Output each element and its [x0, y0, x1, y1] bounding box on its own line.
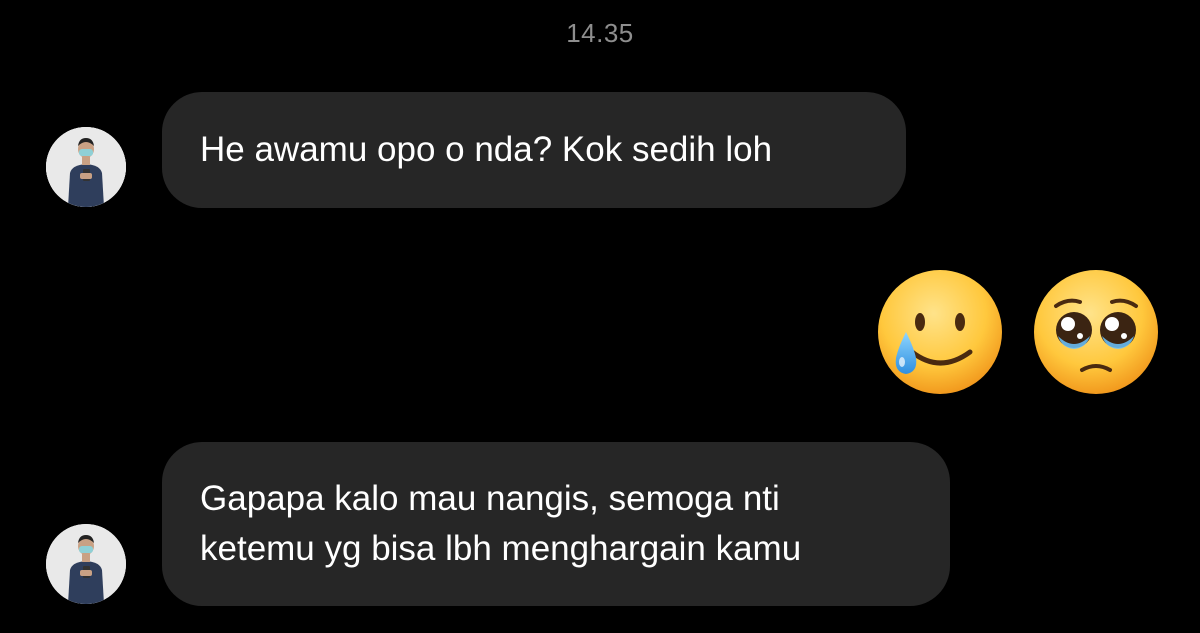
message-text: He awamu opo o nda? Kok sedih loh — [200, 130, 773, 169]
smiling-face-with-tear-emoji — [872, 266, 1008, 402]
pleading-face-emoji — [1028, 266, 1164, 402]
message-timestamp: 14.35 — [566, 18, 634, 48]
contact-avatar[interactable] — [46, 524, 126, 604]
outgoing-emoji-message[interactable] — [868, 266, 1168, 402]
message-text-line: ketemu yg bisa lbh menghargain kamu — [200, 529, 802, 568]
incoming-message-bubble[interactable]: He awamu opo o nda? Kok sedih loh — [162, 92, 906, 208]
message-text-line: Gapapa kalo mau nangis, semoga nti — [200, 479, 780, 518]
contact-avatar[interactable] — [46, 127, 126, 207]
incoming-message-bubble[interactable]: Gapapa kalo mau nangis, semoga nti ketem… — [162, 442, 950, 606]
